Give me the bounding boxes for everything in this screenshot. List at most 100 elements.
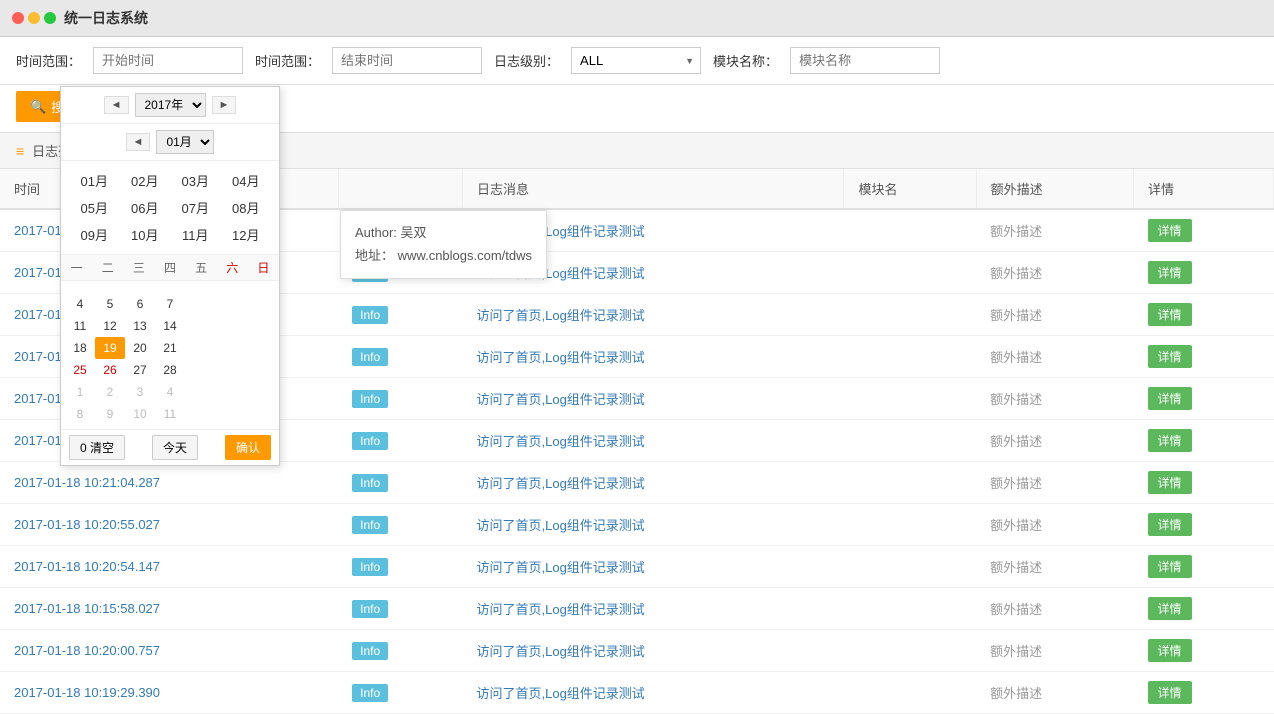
cal-day-26[interactable]: 26 [95, 359, 125, 381]
cell-message[interactable]: 访问了首页,Log组件记录测试 [463, 378, 844, 420]
cal-day-sat-1[interactable] [215, 293, 245, 315]
cell-detail[interactable]: 详情 [1134, 420, 1274, 462]
cal-day-14[interactable]: 14 [155, 315, 185, 337]
cal-today-btn[interactable]: 今天 [152, 435, 198, 460]
cal-day-2[interactable] [215, 285, 245, 293]
cal-day-sat-4[interactable] [215, 359, 245, 381]
cell-detail[interactable]: 详情 [1134, 378, 1274, 420]
cal-day-4[interactable]: 4 [65, 293, 95, 315]
cal-day-12[interactable]: 12 [95, 315, 125, 337]
cal-day-prev-28[interactable] [65, 285, 95, 293]
module-input[interactable] [790, 47, 940, 74]
cell-detail[interactable]: 详情 [1134, 336, 1274, 378]
cal-day-3[interactable] [245, 285, 275, 293]
cell-message[interactable]: 访问了首页,Log组件记录测试 [463, 294, 844, 336]
cell-message[interactable]: 访问了首页,Log组件记录测试 [463, 588, 844, 630]
detail-button[interactable]: 详情 [1148, 597, 1192, 620]
detail-button[interactable]: 详情 [1148, 513, 1192, 536]
cal-month-08[interactable]: 08月 [221, 194, 272, 221]
detail-button[interactable]: 详情 [1148, 261, 1192, 284]
cal-month-01[interactable]: 01月 [69, 167, 120, 194]
cal-day-22[interactable] [185, 337, 215, 359]
cell-message[interactable]: 访问了首页,Log组件记录测试 [463, 462, 844, 504]
log-link[interactable]: 访问了首页,Log组件记录测试 [477, 350, 645, 365]
cal-day-7[interactable]: 7 [155, 293, 185, 315]
cal-day-8[interactable] [185, 293, 215, 315]
cal-day-next-8[interactable]: 8 [65, 403, 95, 425]
cal-next-year[interactable]: ► [212, 96, 237, 114]
cal-day-28[interactable]: 28 [155, 359, 185, 381]
cal-month-06[interactable]: 06月 [120, 194, 171, 221]
detail-button[interactable]: 详情 [1148, 639, 1192, 662]
cal-day-sun-3[interactable] [245, 337, 275, 359]
cal-day-11[interactable]: 11 [65, 315, 95, 337]
cal-day-25[interactable]: 25 [65, 359, 95, 381]
cal-day-sun-2[interactable] [245, 315, 275, 337]
cal-prev-year[interactable]: ◄ [104, 96, 129, 114]
cal-month-10[interactable]: 10月 [120, 221, 171, 248]
cal-month-03[interactable]: 03月 [170, 167, 221, 194]
cal-day-next-2[interactable]: 2 [95, 381, 125, 403]
cal-day-prev-30[interactable] [125, 285, 155, 293]
cal-day-13[interactable]: 13 [125, 315, 155, 337]
start-time-input[interactable] [93, 47, 243, 74]
cell-detail[interactable]: 详情 [1134, 209, 1274, 252]
cal-day-next-3[interactable]: 3 [125, 381, 155, 403]
cal-month-09[interactable]: 09月 [69, 221, 120, 248]
end-time-input[interactable] [332, 47, 482, 74]
cal-day-21[interactable]: 21 [155, 337, 185, 359]
cell-message[interactable]: 访问了首页,Log组件记录测试 [463, 336, 844, 378]
cal-day-sun-4[interactable] [245, 359, 275, 381]
detail-button[interactable]: 详情 [1148, 219, 1192, 242]
cal-month-11[interactable]: 11月 [170, 221, 221, 248]
cal-day-next-10[interactable]: 10 [125, 403, 155, 425]
log-level-select[interactable]: ALL Info Warn Error Debug [571, 47, 701, 74]
cell-detail[interactable]: 详情 [1134, 630, 1274, 672]
cell-message[interactable]: 访问了首页,Log组件记录测试 [463, 420, 844, 462]
cal-day-20[interactable]: 20 [125, 337, 155, 359]
cal-year-select[interactable]: 2017年 [135, 93, 206, 117]
log-link[interactable]: 访问了首页,Log组件记录测试 [477, 560, 645, 575]
cal-day-next-4[interactable]: 4 [155, 381, 185, 403]
cal-month-02[interactable]: 02月 [120, 167, 171, 194]
detail-button[interactable]: 详情 [1148, 681, 1192, 704]
cal-day-prev-31[interactable] [155, 285, 185, 293]
cal-day-next-1[interactable]: 1 [65, 381, 95, 403]
cell-detail[interactable]: 详情 [1134, 672, 1274, 714]
detail-button[interactable]: 详情 [1148, 471, 1192, 494]
cal-day-15[interactable] [185, 315, 215, 337]
cell-message[interactable]: 访问了首页,Log组件记录测试 [463, 630, 844, 672]
cal-day-19[interactable]: 19 [95, 337, 125, 359]
cell-detail[interactable]: 详情 [1134, 504, 1274, 546]
cal-day-sun-1[interactable] [245, 293, 275, 315]
log-link[interactable]: 访问了首页,Log组件记录测试 [477, 392, 645, 407]
cal-day-next-6[interactable] [215, 381, 245, 403]
cal-day-1[interactable] [185, 285, 215, 293]
log-link[interactable]: 访问了首页,Log组件记录测试 [477, 686, 645, 701]
cal-day-5[interactable]: 5 [95, 293, 125, 315]
cal-confirm-btn[interactable]: 确认 [225, 435, 271, 460]
log-link[interactable]: 访问了首页,Log组件记录测试 [477, 434, 645, 449]
detail-button[interactable]: 详情 [1148, 387, 1192, 410]
cell-detail[interactable]: 详情 [1134, 462, 1274, 504]
cal-clear-btn[interactable]: 0 清空 [69, 435, 125, 460]
cal-prev-month[interactable]: ◄ [126, 133, 151, 151]
cal-day-6[interactable]: 6 [125, 293, 155, 315]
log-link[interactable]: 访问了首页,Log组件记录测试 [477, 476, 645, 491]
detail-button[interactable]: 详情 [1148, 429, 1192, 452]
cal-month-select[interactable]: 01月 [156, 130, 214, 154]
cell-message[interactable]: 访问了首页,Log组件记录测试 [463, 504, 844, 546]
log-link[interactable]: 访问了首页,Log组件记录测试 [477, 308, 645, 323]
detail-button[interactable]: 详情 [1148, 345, 1192, 368]
cal-month-05[interactable]: 05月 [69, 194, 120, 221]
log-link[interactable]: 访问了首页,Log组件记录测试 [477, 602, 645, 617]
cell-message[interactable]: 访问了首页,Log组件记录测试 [463, 672, 844, 714]
cal-day-prev-29[interactable] [95, 285, 125, 293]
log-link[interactable]: 访问了首页,Log组件记录测试 [477, 518, 645, 533]
cal-day-next-11[interactable]: 11 [155, 403, 185, 425]
cal-day-29[interactable] [185, 359, 215, 381]
cal-day-next-9[interactable]: 9 [95, 403, 125, 425]
cal-day-18[interactable]: 18 [65, 337, 95, 359]
cal-month-07[interactable]: 07月 [170, 194, 221, 221]
detail-button[interactable]: 详情 [1148, 303, 1192, 326]
